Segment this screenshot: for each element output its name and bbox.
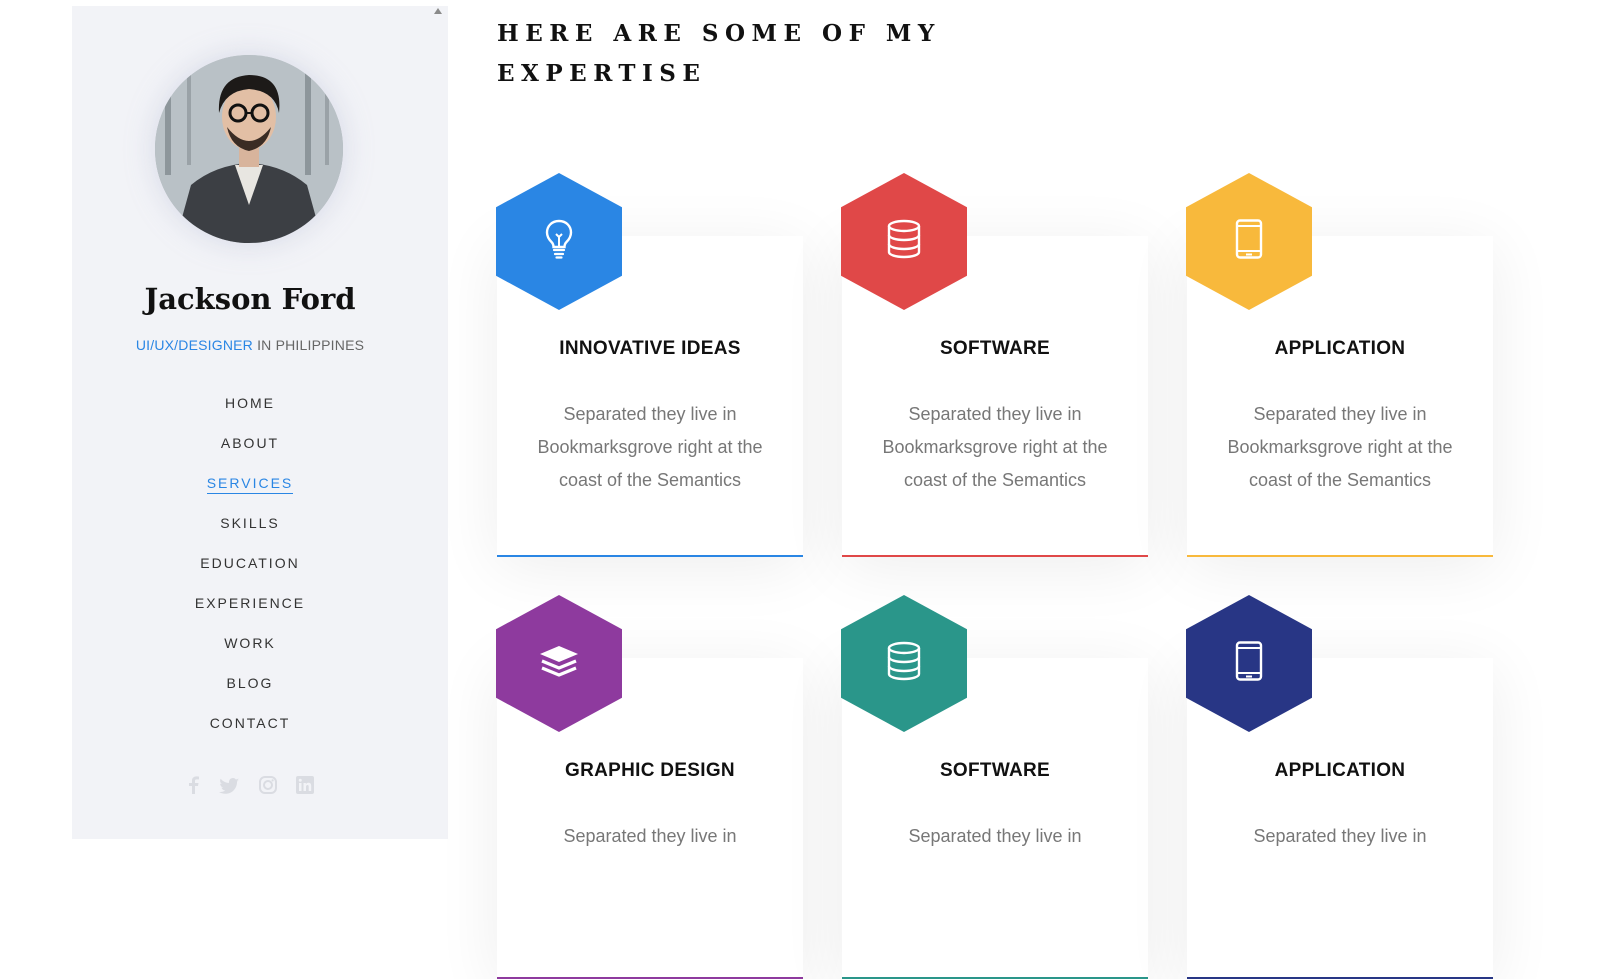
card-description: Separated they live in Bookmarksgrove ri… [882,404,1108,490]
profile-role-location: IN PHILIPPINES [253,337,365,353]
nav-item-education[interactable]: EDUCATION [72,543,428,583]
social-links [72,776,428,799]
scroll-up-arrow-icon[interactable] [434,8,442,14]
card-title: INNOVATIVE IDEAS [559,338,741,359]
card-accent-bar [1187,555,1493,557]
nav-item-skills[interactable]: SKILLS [72,503,428,543]
card-description: Separated they live in [908,826,1082,846]
nav-item-blog[interactable]: BLOG [72,663,428,703]
card-description: Separated they live in [1253,826,1427,846]
twitter-icon[interactable] [219,778,240,799]
mobile-icon [1235,219,1263,264]
mobile-icon [1235,641,1263,686]
nav-item-services[interactable]: SERVICES [72,463,428,503]
avatar [155,55,343,243]
nav-item-work[interactable]: WORK [72,623,428,663]
card-title: APPLICATION [1274,760,1406,781]
card-title: GRAPHIC DESIGN [565,760,735,781]
card-description: Separated they live in Bookmarksgrove ri… [537,404,763,490]
card-title: SOFTWARE [939,338,1051,359]
card-description: Separated they live in Bookmarksgrove ri… [1227,404,1453,490]
instagram-icon[interactable] [258,776,277,799]
card-hexagon-2 [1186,173,1312,310]
card-hexagon-5 [1186,595,1312,732]
card-title: SOFTWARE [939,760,1051,781]
sidebar-scrollbar[interactable] [428,6,448,839]
layers-icon [538,644,580,683]
card-accent-bar [842,555,1148,557]
section-heading-line-1: HERE ARE SOME OF MY [497,20,941,47]
nav-item-about[interactable]: ABOUT [72,423,428,463]
sidebar-nav: HOME ABOUT SERVICES SKILLS EDUCATION EXP… [72,383,428,743]
card-title: APPLICATION [1274,338,1406,359]
profile-name: Jackson Ford [144,282,356,316]
linkedin-icon[interactable] [295,776,314,799]
card-accent-bar [497,555,803,557]
service-card: INNOVATIVE IDEAS Separated they live in … [496,173,803,557]
nav-item-home[interactable]: HOME [72,383,428,423]
nav-item-experience[interactable]: EXPERIENCE [72,583,428,623]
service-card: APPLICATION Separated they live in [1186,595,1493,979]
card-hexagon-3 [496,595,622,732]
card-hexagon-0 [496,173,622,310]
card-hexagon-1 [841,173,967,310]
sidebar: Jackson Ford UI/UX/DESIGNER IN PHILIPPIN… [72,6,448,839]
card-description: Separated they live in [563,826,737,846]
facebook-icon[interactable] [186,776,200,799]
card-hexagon-4 [841,595,967,732]
service-card: SOFTWARE Separated they live in Bookmark… [841,173,1148,557]
database-icon [886,219,922,264]
profile-role: UI/UX/DESIGNER IN PHILIPPINES [72,337,428,353]
lightbulb-icon [544,219,574,264]
nav-item-contact[interactable]: CONTACT [72,703,428,743]
section-heading-line-2: EXPERTISE [497,60,707,87]
database-icon [886,641,922,686]
profile-role-title: UI/UX/DESIGNER [135,337,253,353]
service-card: APPLICATION Separated they live in Bookm… [1186,173,1493,557]
section-heading: HERE ARE SOME OF MY EXPERTISE [497,14,957,94]
service-card: SOFTWARE Separated they live in [841,595,1148,979]
service-card: GRAPHIC DESIGN Separated they live in [496,595,803,979]
